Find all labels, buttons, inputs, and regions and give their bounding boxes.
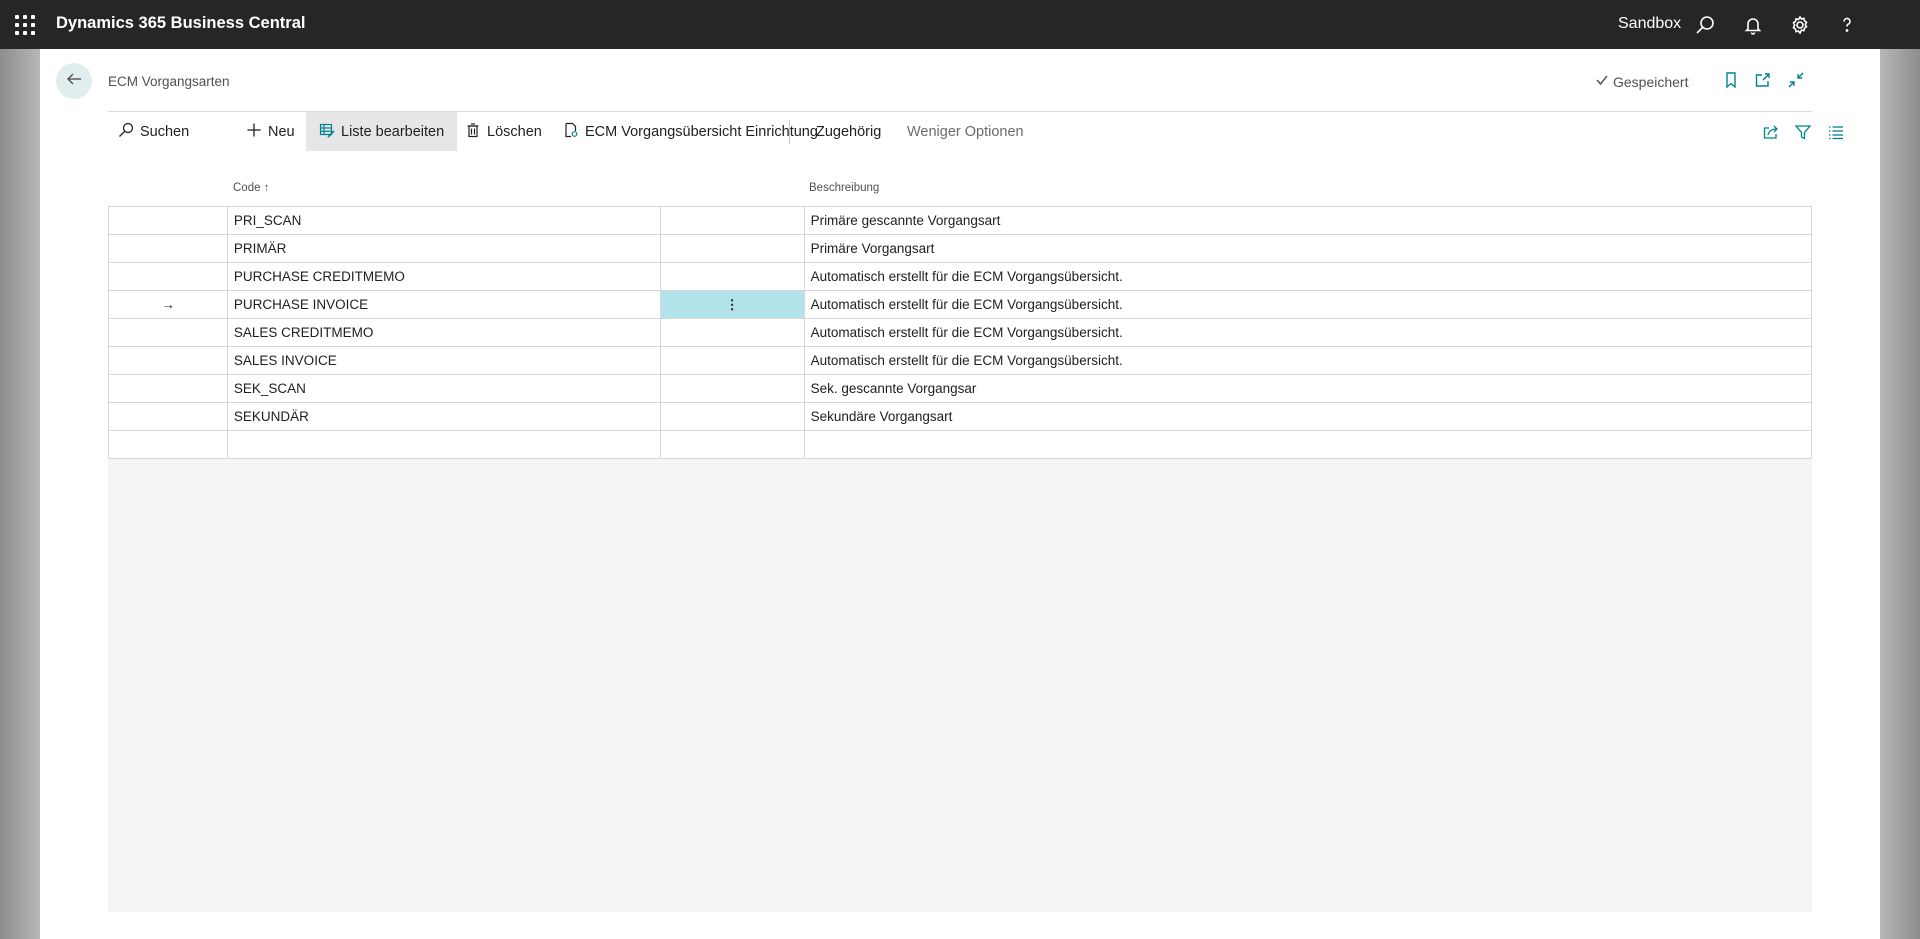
row-indicator[interactable] xyxy=(108,318,228,347)
data-grid: PRI_SCAN Primäre gescannte Vorgangsart P… xyxy=(108,206,1813,459)
gear-icon[interactable] xyxy=(1788,13,1812,37)
code-cell[interactable]: PRIMÄR xyxy=(226,234,661,263)
column-header-description[interactable]: Beschreibung xyxy=(809,182,879,194)
more-options-icon[interactable]: ⋮ xyxy=(725,297,739,312)
collapse-icon[interactable] xyxy=(1787,71,1805,89)
action-bar: Suchen Neu Liste bearbeiten Löschen ECM … xyxy=(108,111,1843,153)
fewer-options-button[interactable]: Weniger Optionen xyxy=(907,112,1024,151)
plus-icon xyxy=(246,122,262,142)
code-cell[interactable]: PRI_SCAN xyxy=(226,206,661,235)
description-cell[interactable]: Automatisch erstellt für die ECM Vorgang… xyxy=(803,318,1813,347)
background-right xyxy=(1880,49,1920,939)
help-icon[interactable] xyxy=(1835,13,1859,37)
table-row[interactable]: SEKUNDÄR Sekundäre Vorgangsart xyxy=(108,402,1813,431)
search-button[interactable]: Suchen xyxy=(118,112,189,151)
code-cell[interactable]: SALES INVOICE xyxy=(226,346,661,375)
row-indicator[interactable] xyxy=(108,430,228,459)
related-button[interactable]: Zugehörig xyxy=(816,112,881,151)
row-actions-cell[interactable] xyxy=(659,206,805,235)
column-header-code[interactable]: Code ↑ xyxy=(233,182,269,194)
table-row[interactable]: SALES CREDITMEMO Automatisch erstellt fü… xyxy=(108,318,1813,347)
table-row-new[interactable] xyxy=(108,430,1813,459)
document-settings-icon xyxy=(563,122,579,142)
code-cell[interactable]: SEKUNDÄR xyxy=(226,402,661,431)
search-label: Suchen xyxy=(140,123,190,140)
code-cell[interactable] xyxy=(226,430,661,459)
row-indicator[interactable] xyxy=(108,374,228,403)
row-indicator[interactable] xyxy=(108,402,228,431)
current-row-arrow-icon: → xyxy=(161,297,175,312)
description-cell[interactable]: Automatisch erstellt für die ECM Vorgang… xyxy=(803,290,1813,319)
row-actions-cell[interactable] xyxy=(659,234,805,263)
saved-label: Gespeichert xyxy=(1613,73,1689,90)
description-cell[interactable] xyxy=(803,430,1813,459)
edit-list-button[interactable]: Liste bearbeiten xyxy=(306,112,458,151)
app-name[interactable]: Dynamics 365 Business Central xyxy=(56,14,305,33)
top-navigation-bar: Dynamics 365 Business Central Sandbox xyxy=(0,0,1920,49)
fewer-options-label: Weniger Optionen xyxy=(907,123,1024,140)
overview-setup-label: ECM Vorgangsübersicht Einrichtung xyxy=(585,123,818,140)
table-row-selected[interactable]: → PURCHASE INVOICE ⋮ Automatisch erstell… xyxy=(108,290,1813,319)
environment-name: Sandbox xyxy=(1618,15,1682,32)
row-indicator[interactable] xyxy=(108,206,228,235)
back-button[interactable] xyxy=(56,63,92,99)
row-indicator[interactable] xyxy=(108,346,228,375)
table-row[interactable]: PURCHASE CREDITMEMO Automatisch erstellt… xyxy=(108,262,1813,291)
code-cell[interactable]: SEK_SCAN xyxy=(226,374,661,403)
waffle-icon[interactable] xyxy=(13,13,37,37)
bell-icon[interactable] xyxy=(1741,13,1765,37)
bookmark-icon[interactable] xyxy=(1722,71,1740,89)
grid-header: Code ↑ Beschreibung xyxy=(108,152,1812,206)
edit-list-label: Liste bearbeiten xyxy=(341,123,445,140)
table-row[interactable]: SALES INVOICE Automatisch erstellt für d… xyxy=(108,346,1813,375)
page-panel: ECM Vorgangsarten Gespeichert Suchen Neu… xyxy=(40,49,1880,939)
description-cell[interactable]: Sek. gescannte Vorgangsar xyxy=(803,374,1813,403)
code-cell[interactable]: PURCHASE CREDITMEMO xyxy=(226,262,661,291)
row-actions-cell[interactable] xyxy=(659,346,805,375)
sort-ascending-icon: ↑ xyxy=(263,182,270,194)
row-actions-cell[interactable] xyxy=(659,402,805,431)
back-arrow-icon xyxy=(65,70,83,93)
row-actions-cell[interactable] xyxy=(659,262,805,291)
page-title: ECM Vorgangsarten xyxy=(108,74,230,89)
overview-setup-button[interactable]: ECM Vorgangsübersicht Einrichtung xyxy=(563,112,818,151)
filter-icon[interactable] xyxy=(1794,123,1812,141)
row-indicator[interactable] xyxy=(108,262,228,291)
code-cell[interactable]: SALES CREDITMEMO xyxy=(226,318,661,347)
table-row[interactable]: PRIMÄR Primäre Vorgangsart xyxy=(108,234,1813,263)
column-code-label: Code xyxy=(233,182,261,194)
action-separator xyxy=(789,120,790,144)
description-cell[interactable]: Primäre Vorgangsart xyxy=(803,234,1813,263)
saved-status: Gespeichert xyxy=(1595,73,1688,90)
row-indicator[interactable]: → xyxy=(108,290,228,319)
table-row[interactable]: PRI_SCAN Primäre gescannte Vorgangsart xyxy=(108,206,1813,235)
delete-button[interactable]: Löschen xyxy=(465,112,542,151)
edit-list-icon xyxy=(319,122,335,142)
search-icon[interactable] xyxy=(1693,13,1717,37)
background-left xyxy=(0,49,40,939)
row-actions-cell[interactable]: ⋮ xyxy=(659,290,805,319)
new-button[interactable]: Neu xyxy=(246,112,295,151)
table-row[interactable]: SEK_SCAN Sek. gescannte Vorgangsar xyxy=(108,374,1813,403)
checkmark-icon xyxy=(1595,73,1609,90)
description-cell[interactable]: Primäre gescannte Vorgangsart xyxy=(803,206,1813,235)
code-cell[interactable]: PURCHASE INVOICE xyxy=(226,290,661,319)
row-actions-cell[interactable] xyxy=(659,374,805,403)
description-cell[interactable]: Automatisch erstellt für die ECM Vorgang… xyxy=(803,346,1813,375)
open-new-window-icon[interactable] xyxy=(1754,71,1772,89)
new-label: Neu xyxy=(268,123,295,140)
delete-label: Löschen xyxy=(487,123,542,140)
list-grid-area: Code ↑ Beschreibung PRI_SCAN Primäre ges… xyxy=(108,152,1813,912)
description-cell[interactable]: Automatisch erstellt für die ECM Vorgang… xyxy=(803,262,1813,291)
share-icon[interactable] xyxy=(1762,123,1780,141)
row-actions-cell[interactable] xyxy=(659,430,805,459)
related-label: Zugehörig xyxy=(816,123,882,140)
row-indicator[interactable] xyxy=(108,234,228,263)
search-icon xyxy=(118,122,134,142)
trash-icon xyxy=(465,122,481,142)
description-cell[interactable]: Sekundäre Vorgangsart xyxy=(803,402,1813,431)
list-view-icon[interactable] xyxy=(1827,123,1845,141)
row-actions-cell[interactable] xyxy=(659,318,805,347)
